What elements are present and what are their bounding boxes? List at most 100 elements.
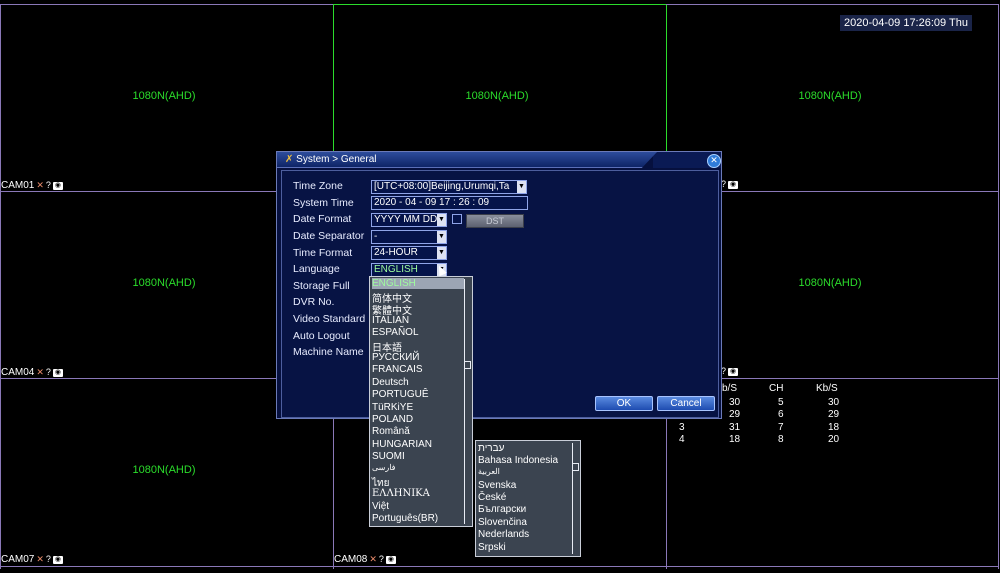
language-option[interactable]: Română — [372, 426, 410, 437]
language-option[interactable]: ESPAÑOL — [372, 327, 419, 338]
camera-resolution: 1080N(AHD) — [132, 277, 196, 289]
language-option[interactable]: HUNGARIAN — [372, 439, 432, 450]
dialog-title: System > General — [296, 154, 377, 165]
camera-icon: ◉ — [728, 180, 739, 189]
language-label: Language — [293, 263, 340, 275]
dialog-body: Time Zone System Time Date Format Date S… — [281, 170, 719, 418]
date-separator-select[interactable]: - ▼ — [371, 230, 447, 244]
language-option[interactable]: Bahasa Indonesia — [478, 455, 558, 466]
time-zone-select[interactable]: [UTC+08:00]Beijing,Urumqi,Ta ▼ — [371, 180, 527, 194]
mute-icon: ✕ — [36, 180, 44, 190]
scrollbar-thumb[interactable] — [572, 463, 579, 471]
language-dropdown-list[interactable]: ENGLISH 简体中文 繁體中文 ITALIAN ESPAÑOL 日本語 РУ… — [369, 276, 473, 527]
language-option[interactable]: Nederlands — [478, 529, 529, 540]
stats-cell: 29 — [729, 409, 741, 420]
language-option[interactable]: ITALIAN — [372, 315, 409, 326]
language-option[interactable]: Български — [478, 504, 526, 515]
language-option[interactable]: TüRKiYE — [372, 402, 413, 413]
language-dropdown-list-continued[interactable]: עברית Bahasa Indonesia العربية Svenska Č… — [475, 440, 581, 557]
date-separator-label: Date Separator — [293, 230, 365, 242]
stats-cell: 29 — [828, 409, 840, 420]
language-option[interactable]: Slovenčina — [478, 517, 527, 528]
stats-header: b/S — [722, 383, 738, 394]
list-scrollbar[interactable] — [572, 443, 579, 554]
date-format-value: YYYY MM DD — [374, 214, 438, 225]
time-format-select[interactable]: 24-HOUR ▼ — [371, 246, 447, 260]
stats-cell: 4 — [679, 434, 685, 445]
system-time-input[interactable]: 2020 - 04 - 09 17 : 26 : 09 — [371, 196, 528, 210]
language-option[interactable]: Deutsch — [372, 377, 409, 388]
date-separator-value: - — [374, 231, 378, 242]
language-option[interactable]: ENGLISH — [372, 278, 464, 289]
system-time-value: 2020 - 04 - 09 17 : 26 : 09 — [374, 197, 490, 208]
language-option[interactable]: ΕΛΛΗΝΙΚΑ — [372, 488, 430, 499]
grid-line — [0, 566, 999, 567]
camera-name: CAM07 — [1, 554, 35, 565]
help-icon: ? — [45, 367, 51, 377]
close-button[interactable]: ✕ — [707, 154, 721, 168]
stats-cell: 3 — [679, 422, 685, 433]
stats-cell: 5 — [778, 397, 784, 408]
auto-logout-label: Auto Logout — [293, 330, 350, 342]
stats-header: CH — [769, 383, 784, 394]
stats-cell: 18 — [729, 434, 741, 445]
dvr-no-label: DVR No. — [293, 296, 335, 308]
time-format-label: Time Format — [293, 247, 353, 259]
camera-resolution: 1080N(AHD) — [798, 277, 862, 289]
stats-cell: 6 — [778, 409, 784, 420]
stats-cell: 20 — [828, 434, 840, 445]
camera-label: CAM04 ✕ ? ◉ — [1, 367, 63, 378]
camera-resolution: 1080N(AHD) — [465, 90, 529, 102]
camera-icon: ◉ — [52, 368, 63, 377]
chevron-down-icon: ▼ — [437, 231, 446, 243]
tools-icon: ✗ — [285, 154, 294, 165]
grid-line — [998, 4, 999, 569]
camera-label: CAM01 ✕ ? ◉ — [1, 180, 63, 191]
language-option[interactable]: РУССКИЙ — [372, 352, 419, 363]
language-option[interactable]: Português(BR) — [372, 513, 438, 524]
mute-icon: ✕ — [36, 367, 44, 377]
camera-label: ? ◉ — [721, 180, 739, 189]
language-option[interactable]: Srpski — [478, 542, 506, 553]
language-option[interactable]: PORTUGUÊ — [372, 389, 429, 400]
dst-button[interactable]: DST — [466, 214, 524, 228]
chevron-down-icon: ▼ — [437, 247, 446, 259]
chevron-down-icon: ▼ — [437, 214, 446, 226]
time-zone-label: Time Zone — [293, 180, 343, 192]
dialog-title-bar: ✗ System > General — [277, 152, 657, 168]
dst-checkbox[interactable] — [452, 214, 462, 224]
list-scrollbar[interactable] — [464, 279, 471, 524]
machine-name-label: Machine Name — [293, 346, 364, 358]
camera-name: CAM08 — [334, 554, 368, 565]
ok-button[interactable]: OK — [595, 396, 653, 411]
time-zone-value: [UTC+08:00]Beijing,Urumqi,Ta — [374, 181, 510, 192]
date-format-select[interactable]: YYYY MM DD ▼ — [371, 213, 447, 227]
storage-full-label: Storage Full — [293, 280, 350, 292]
scrollbar-thumb[interactable] — [464, 361, 471, 369]
camera-resolution: 1080N(AHD) — [132, 464, 196, 476]
help-icon: ? — [45, 554, 51, 564]
language-option[interactable]: Việt — [372, 501, 389, 512]
dst-label: DST — [486, 216, 504, 226]
language-option[interactable]: עברית — [478, 443, 504, 454]
camera-icon: ◉ — [385, 555, 396, 564]
language-option[interactable]: فارسی — [372, 463, 396, 472]
time-format-value: 24-HOUR — [374, 247, 418, 258]
stats-cell: 7 — [778, 422, 784, 433]
camera-resolution: 1080N(AHD) — [798, 90, 862, 102]
camera-icon: ◉ — [52, 555, 63, 564]
stats-header: Kb/S — [816, 383, 838, 394]
stats-cell: 8 — [778, 434, 784, 445]
ok-label: OK — [616, 398, 632, 409]
language-option[interactable]: SUOMI — [372, 451, 405, 462]
language-option[interactable]: العربية — [478, 467, 500, 476]
language-option[interactable]: POLAND — [372, 414, 413, 425]
camera-label: CAM08 ✕ ? ◉ — [334, 554, 396, 565]
language-option[interactable]: Svenska — [478, 480, 516, 491]
date-format-label: Date Format — [293, 213, 352, 225]
language-option[interactable]: České — [478, 492, 506, 503]
cancel-button[interactable]: Cancel — [657, 396, 715, 411]
language-option[interactable]: FRANCAIS — [372, 364, 423, 375]
stats-cell: 30 — [828, 397, 840, 408]
camera-icon: ◉ — [52, 181, 63, 190]
